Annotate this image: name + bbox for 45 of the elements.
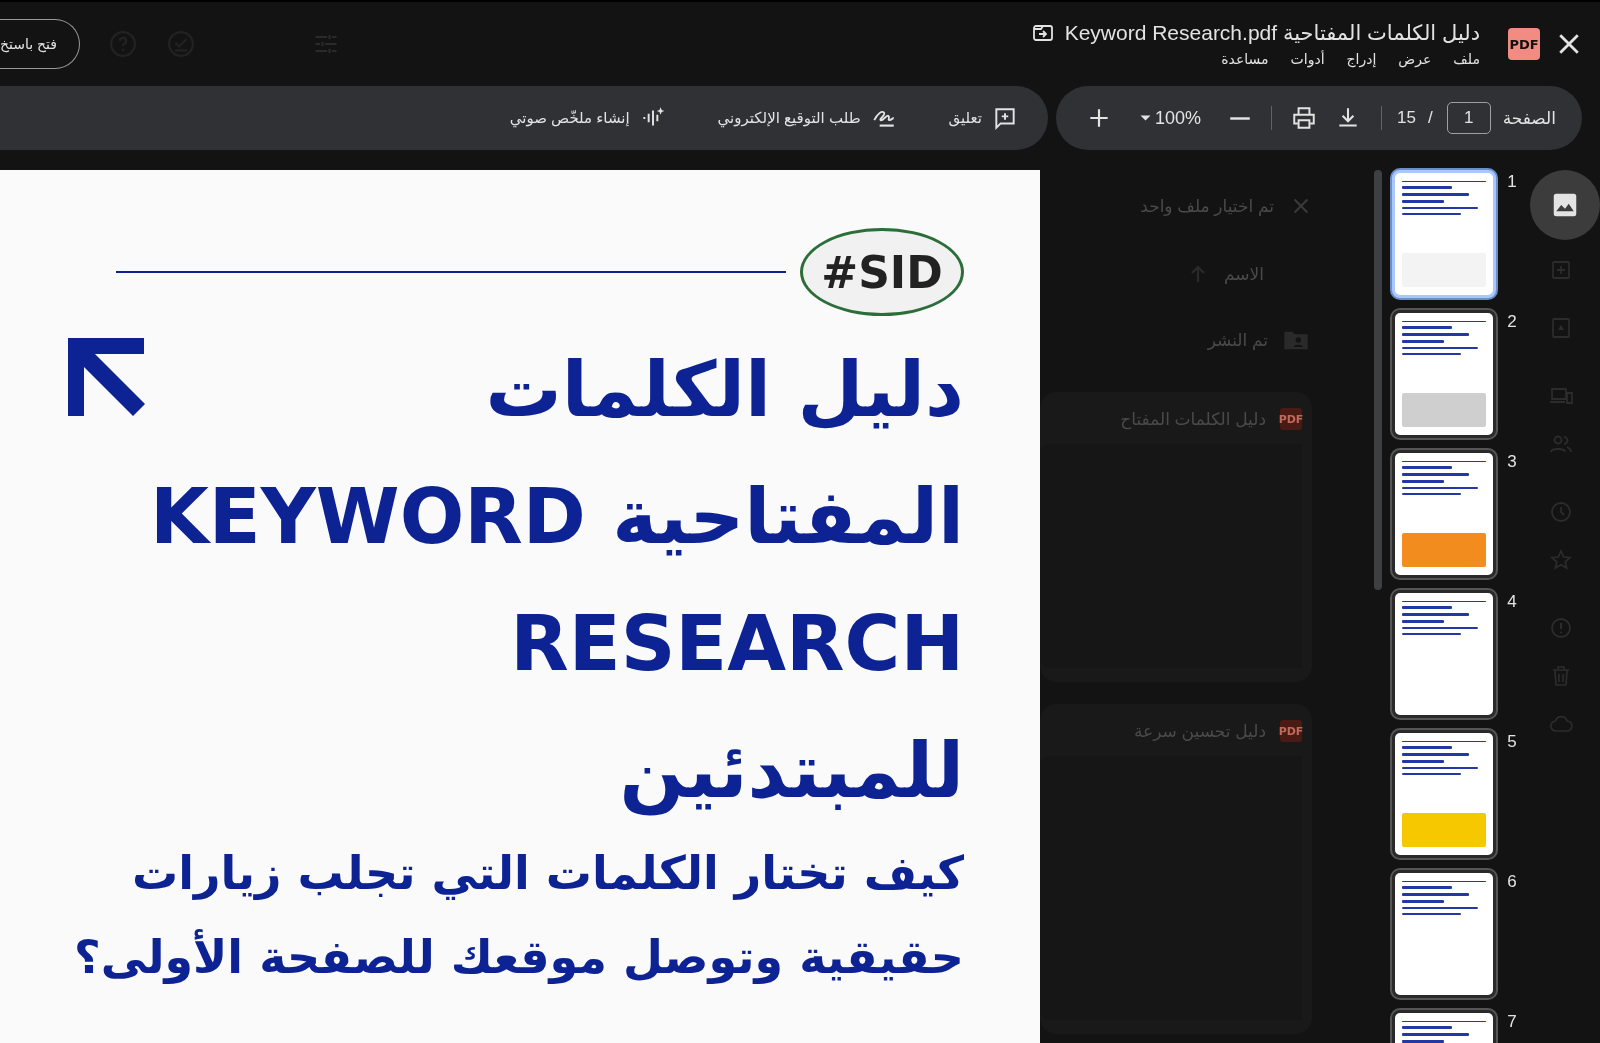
document-title-line: المفتاحية KEYWORD <box>149 471 964 563</box>
menu-item[interactable]: إدراج <box>1346 51 1377 67</box>
document-title-line: للمبتدئين <box>618 725 964 818</box>
page-number: 3 <box>1506 452 1518 472</box>
page-number-field[interactable]: 1 <box>1446 102 1491 134</box>
alert-icon <box>1549 616 1573 640</box>
page-thumbnail[interactable] <box>1392 870 1496 998</box>
page-thumbnail[interactable] <box>1392 730 1496 858</box>
page-number: 4 <box>1506 592 1518 612</box>
page-separator: / <box>1427 108 1433 128</box>
audio-button[interactable]: إنشاء ملخّص صوتي <box>503 99 672 137</box>
page-number: 1 <box>1506 172 1518 192</box>
page-thumbnail[interactable] <box>1392 590 1496 718</box>
minus-icon <box>1229 115 1252 121</box>
print-icon <box>1291 105 1318 131</box>
document-subtitle-line: حقيقية وتوصل موقعك للصفحة الأولى؟ <box>73 928 964 986</box>
page-label: الصفحة <box>1502 107 1556 129</box>
menu-item[interactable]: مساعدة <box>1221 51 1269 67</box>
page-number: 6 <box>1506 872 1518 892</box>
comment-button[interactable]: تعليق <box>942 99 1024 137</box>
page-thumbnail[interactable] <box>1392 450 1496 578</box>
document-title-line: RESEARCH <box>509 598 964 690</box>
page-number: 7 <box>1506 1012 1518 1032</box>
add-comment-icon <box>992 105 1018 131</box>
page-thumbnail[interactable] <box>1392 310 1496 438</box>
new-item-icon <box>1549 258 1573 282</box>
signature-button[interactable]: طلب التوقيع الإلكتروني <box>711 99 903 137</box>
pdf-file-badge: PDF <box>1280 408 1302 430</box>
pdf-file-badge: PDF <box>1508 28 1540 60</box>
page-total: 15 <box>1397 108 1416 128</box>
file-title: دليل الكلمات المفتاحية Keyword Research.pdf <box>1064 21 1480 45</box>
menu-item[interactable]: ملف <box>1453 51 1480 67</box>
menu-item[interactable]: أدوات <box>1290 51 1325 67</box>
logo: #SID <box>800 228 964 316</box>
menu-item[interactable]: عرض <box>1398 51 1432 67</box>
scrollbar[interactable] <box>1374 170 1382 590</box>
caret-icon <box>1140 115 1151 121</box>
document-title-line: دليل الكلمات <box>484 344 964 436</box>
document-subtitle-line: كيف تختار الكلمات التي تجلب زيارات <box>131 845 964 902</box>
page-number: 5 <box>1506 732 1518 752</box>
pdf-file-badge: PDF <box>1280 720 1302 742</box>
clock-icon <box>1549 500 1573 524</box>
zoom-dropdown[interactable]: 100% <box>1136 103 1206 133</box>
page-number: 2 <box>1506 312 1518 332</box>
star-icon <box>1549 548 1573 572</box>
